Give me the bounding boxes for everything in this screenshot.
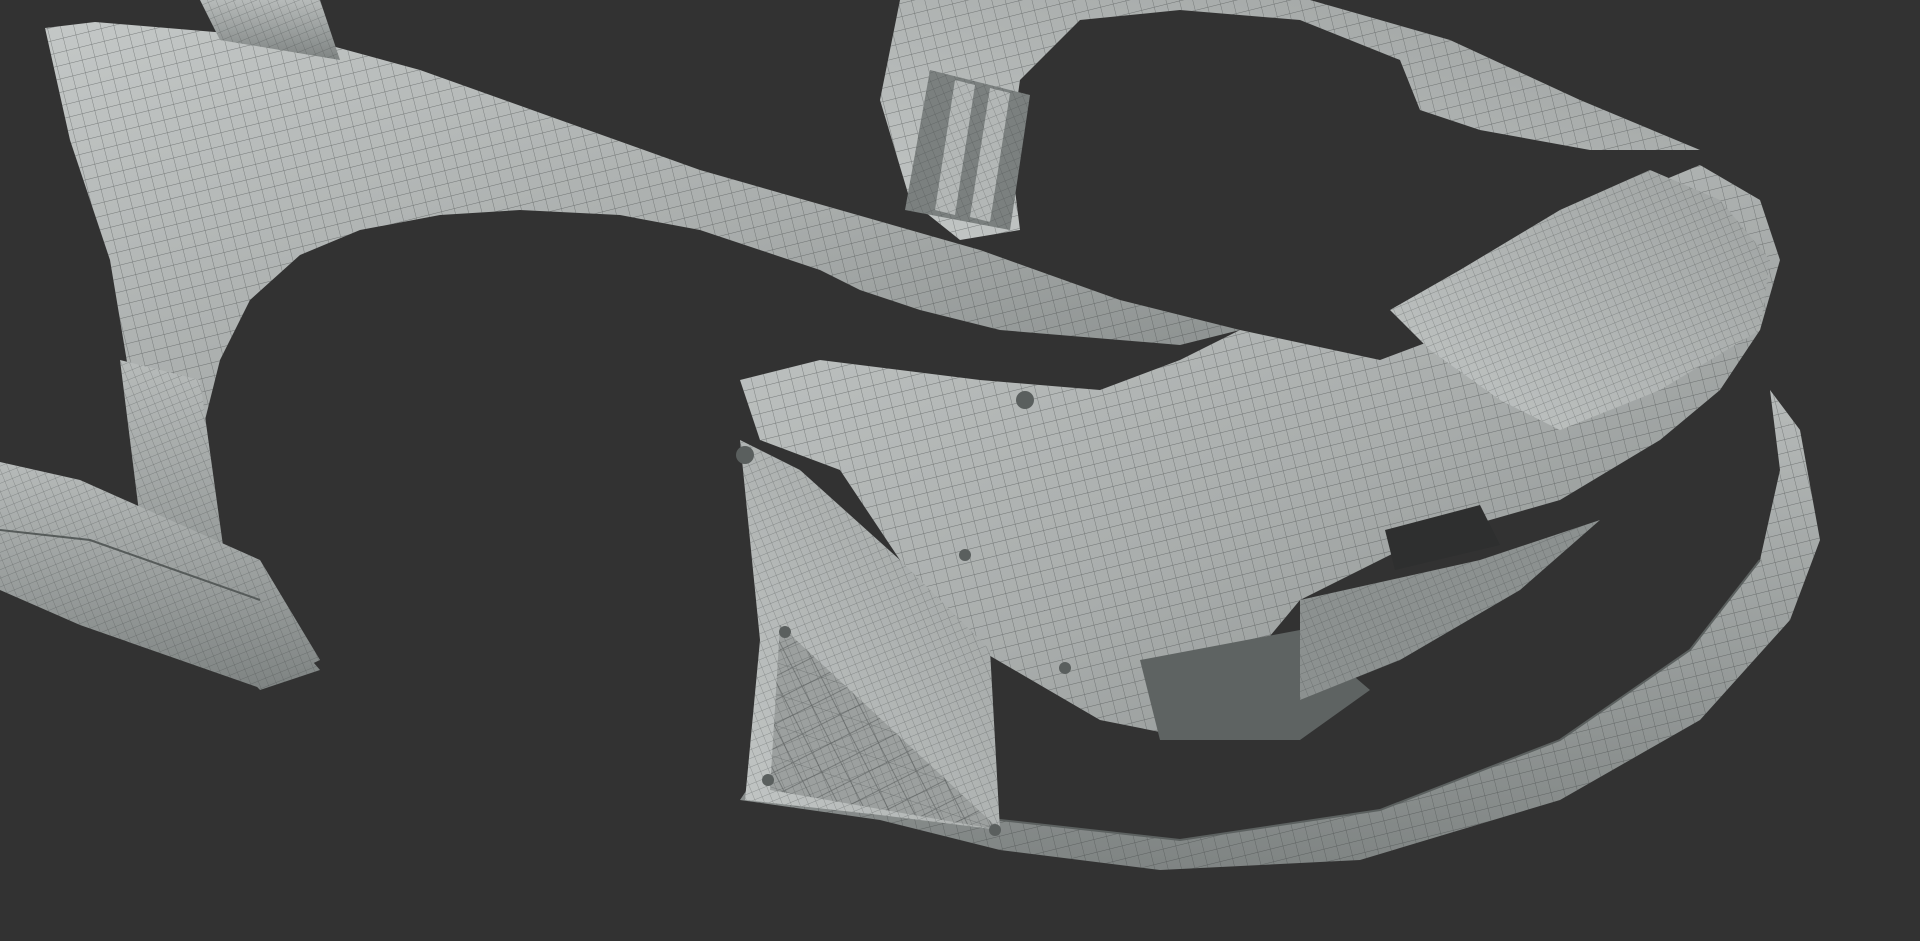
bodykit-render (0, 0, 1820, 870)
3d-viewport[interactable] (0, 0, 1920, 941)
